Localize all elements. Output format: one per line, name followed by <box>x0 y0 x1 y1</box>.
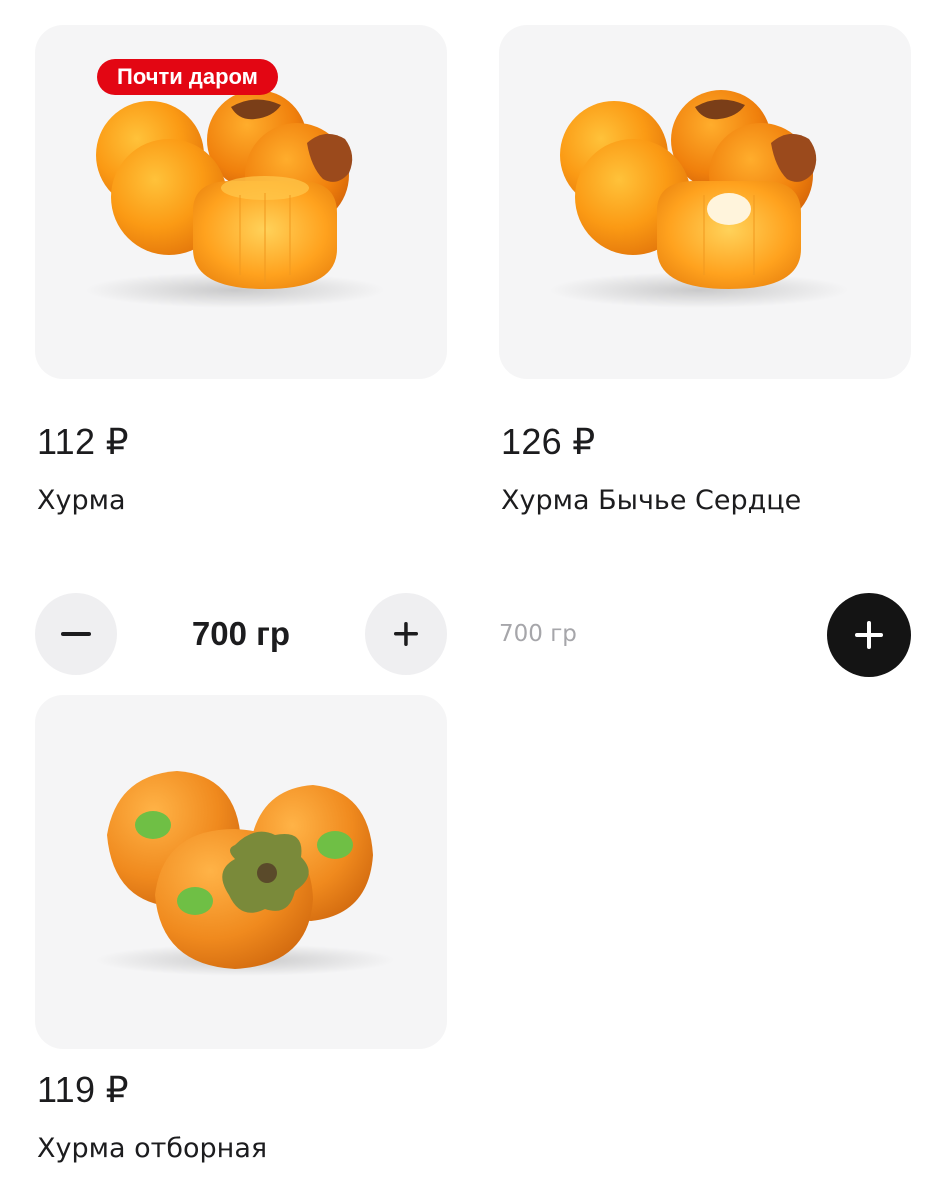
increase-quantity-button[interactable] <box>365 593 447 675</box>
persimmon-trio-icon <box>95 771 395 976</box>
add-to-cart-button[interactable] <box>827 593 911 677</box>
product-name[interactable]: Хурма <box>37 485 126 516</box>
product-price: 119 ₽ <box>37 1069 129 1110</box>
plus-icon <box>855 621 883 649</box>
promo-badge: Почти даром <box>97 59 278 95</box>
product-name[interactable]: Хурма Бычье Сердце <box>501 485 801 516</box>
product-price: 126 ₽ <box>501 421 596 462</box>
product-image-2[interactable] <box>499 25 911 379</box>
quantity-value: 700 гр <box>191 615 291 652</box>
decrease-quantity-button[interactable] <box>35 593 117 675</box>
quantity-stepper: 700 гр <box>35 593 447 675</box>
persimmon-pile-icon <box>549 90 849 308</box>
weight-hint: 700 гр <box>499 621 577 647</box>
product-name[interactable]: Хурма отборная <box>37 1133 267 1164</box>
plus-icon <box>394 622 418 646</box>
product-image-3[interactable] <box>35 695 447 1049</box>
minus-icon <box>61 632 91 636</box>
add-to-cart-row: 700 гр <box>499 593 911 677</box>
product-price: 112 ₽ <box>37 421 129 462</box>
